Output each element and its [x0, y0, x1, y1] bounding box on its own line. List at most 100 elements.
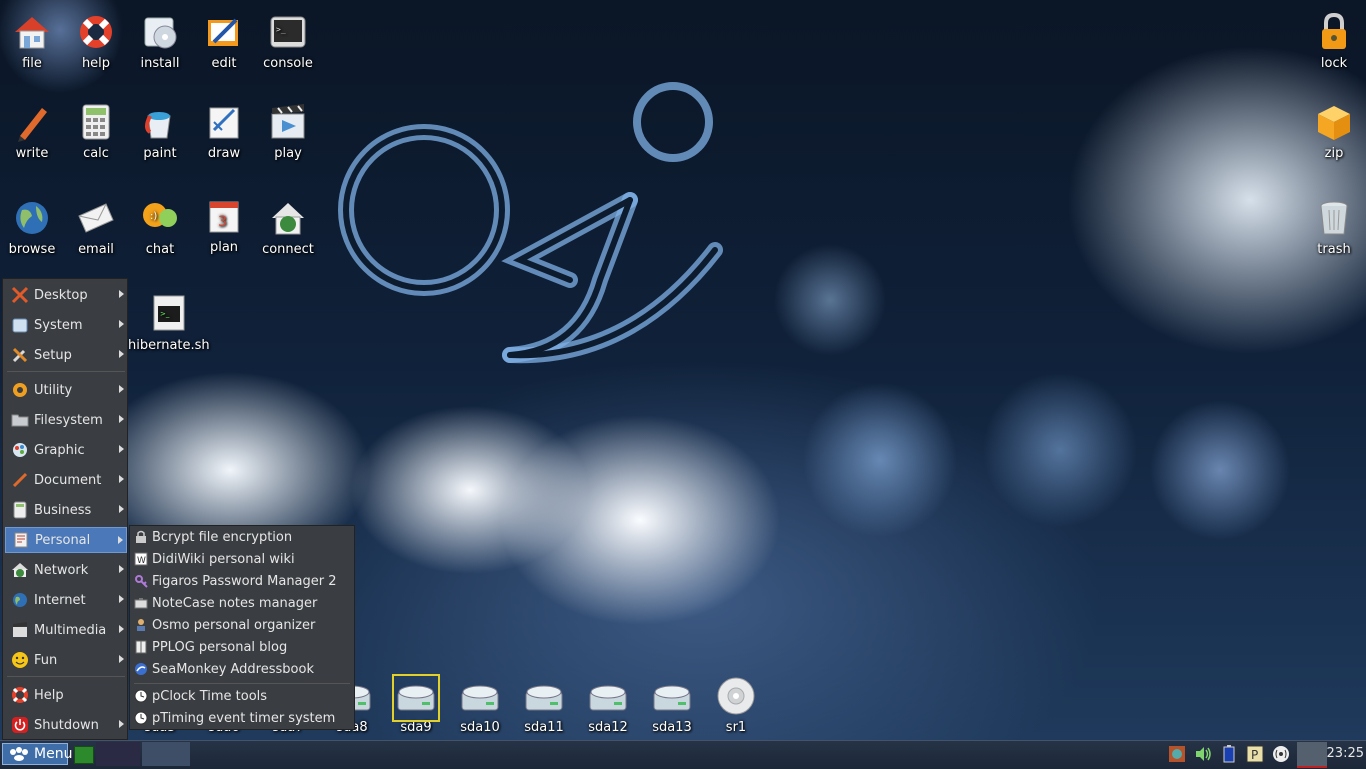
drive-icon-sr1[interactable]: sr1	[706, 676, 766, 735]
desktop-icon-browse[interactable]: browse	[0, 198, 64, 257]
taskbar-window-slot[interactable]	[142, 742, 190, 766]
taskbar	[0, 740, 1366, 769]
label: edit	[211, 56, 237, 71]
svg-text:>_: >_	[160, 310, 170, 318]
label: trash	[1317, 242, 1351, 257]
notecase-briefcase-icon	[134, 596, 148, 610]
bcrypt-lock-icon	[134, 530, 148, 544]
submenu-item-ptiming[interactable]: pTiming event timer system	[134, 708, 352, 728]
submenu-item-label: pTiming event timer system	[152, 710, 336, 726]
package-box-icon	[1318, 106, 1350, 140]
network-home-icon	[272, 203, 304, 235]
submenu-item-didiwiki[interactable]: W DidiWiki personal wiki	[134, 549, 352, 569]
desktop-icon-chat[interactable]: :) chat	[128, 198, 192, 257]
menu-item-label: Utility	[34, 382, 73, 398]
menu-item-personal[interactable]: Personal	[5, 527, 127, 553]
submenu-item-figaros[interactable]: Figaros Password Manager 2	[134, 571, 352, 591]
label: install	[140, 56, 180, 71]
paint-bucket-icon	[145, 112, 171, 139]
submenu-item-pclock[interactable]: pClock Time tools	[134, 686, 352, 706]
label: draw	[207, 146, 241, 161]
desktop-icon-file[interactable]: file	[0, 12, 64, 71]
submenu-arrow-icon	[119, 445, 124, 453]
tray-p-icon[interactable]: P	[1245, 744, 1265, 764]
desktop-icon-trash[interactable]: trash	[1302, 198, 1366, 257]
submenu-item-pplog[interactable]: PPLOG personal blog	[134, 637, 352, 657]
menu-item-filesystem[interactable]: Filesystem	[5, 407, 127, 433]
menu-item-shutdown[interactable]: Shutdown	[5, 712, 127, 738]
show-desktop-button[interactable]	[74, 746, 94, 764]
tray-battery-icon[interactable]	[1219, 744, 1239, 764]
main-menu: Desktop System Setup Utility Filesystem …	[2, 278, 128, 740]
label: calc	[83, 146, 109, 161]
desktop-icon-lock[interactable]: lock	[1302, 12, 1366, 71]
desktop-icon-edit[interactable]: edit	[192, 12, 256, 71]
taskbar-clock[interactable]: 23:25	[1327, 746, 1364, 761]
desktop-icon-install[interactable]: install	[128, 12, 192, 71]
menu-item-desktop[interactable]: Desktop	[5, 282, 127, 308]
personal-notebook-icon	[11, 530, 31, 550]
drive-icon-sda13[interactable]: sda13	[642, 676, 702, 735]
menu-item-label: Fun	[34, 652, 58, 668]
menu-item-system[interactable]: System	[5, 312, 127, 338]
menu-item-document[interactable]: Document	[5, 467, 127, 493]
menu-item-business[interactable]: Business	[5, 497, 127, 523]
menu-item-utility[interactable]: Utility	[5, 377, 127, 403]
menu-item-multimedia[interactable]: Multimedia	[5, 617, 127, 643]
desktop-icon-hibernate[interactable]: >_ hibernate.sh	[128, 294, 210, 353]
label: sda12	[588, 720, 628, 735]
menu-item-label: Shutdown	[34, 717, 99, 733]
desktop-icon-zip[interactable]: zip	[1302, 102, 1366, 161]
menu-item-network[interactable]: Network	[5, 557, 127, 583]
hard-drive-icon	[589, 685, 627, 711]
menu-item-setup[interactable]: Setup	[5, 342, 127, 368]
drive-icon-sda11[interactable]: sda11	[514, 676, 574, 735]
folder-icon	[10, 410, 30, 430]
taskbar-window-slot[interactable]	[96, 742, 140, 766]
puppy-paw-icon	[8, 746, 30, 762]
label: play	[274, 146, 302, 161]
submenu-item-bcrypt[interactable]: Bcrypt file encryption	[134, 527, 352, 547]
submenu-item-notecase[interactable]: NoteCase notes manager	[134, 593, 352, 613]
menu-item-help[interactable]: Help	[5, 682, 127, 708]
desktop-icon-write[interactable]: write	[0, 102, 64, 161]
drive-icon-sda12[interactable]: sda12	[578, 676, 638, 735]
label: sr1	[725, 720, 747, 735]
desktop-icon-calc[interactable]: calc	[64, 102, 128, 161]
trash-can-icon	[1320, 201, 1348, 235]
label: chat	[145, 242, 175, 257]
osmo-person-icon	[134, 618, 148, 632]
tray-network-icon[interactable]	[1167, 744, 1187, 764]
menu-item-fun[interactable]: Fun	[5, 647, 127, 673]
internet-globe-icon	[10, 590, 30, 610]
desktop-icon-help[interactable]: help	[64, 12, 128, 71]
label: hibernate.sh	[128, 338, 210, 353]
start-menu-button[interactable]: Menu	[2, 743, 72, 765]
drive-icon-sda9[interactable]: sda9	[386, 674, 446, 735]
menu-item-internet[interactable]: Internet	[5, 587, 127, 613]
menu-item-label: Internet	[34, 592, 86, 608]
submenu-arrow-icon	[118, 536, 123, 544]
menu-item-graphic[interactable]: Graphic	[5, 437, 127, 463]
script-file-icon: >_	[153, 295, 185, 331]
desktop-icon-email[interactable]: email	[64, 198, 128, 257]
submenu-arrow-icon	[119, 385, 124, 393]
submenu-item-osmo[interactable]: Osmo personal organizer	[134, 615, 352, 635]
desktop-icon-console[interactable]: >_ console	[256, 12, 320, 71]
timer-clock-icon	[134, 711, 148, 725]
install-disc-icon	[144, 17, 177, 49]
label: plan	[209, 240, 239, 255]
submenu-item-seamonkey-addressbook[interactable]: SeaMonkey Addressbook	[134, 659, 352, 679]
submenu-item-label: DidiWiki personal wiki	[152, 551, 295, 567]
submenu-arrow-icon	[119, 290, 124, 298]
desktop-icon-paint[interactable]: paint	[128, 102, 192, 161]
desktop-icon-draw[interactable]: draw	[192, 102, 256, 161]
label: browse	[8, 242, 56, 257]
submenu-item-label: SeaMonkey Addressbook	[152, 661, 314, 677]
tray-wireless-icon[interactable]	[1271, 744, 1291, 764]
desktop-icon-play[interactable]: play	[256, 102, 320, 161]
tray-volume-icon[interactable]	[1193, 744, 1213, 764]
desktop-icon-plan[interactable]: 3 plan	[192, 196, 256, 255]
desktop-icon-connect[interactable]: connect	[256, 198, 320, 257]
drive-icon-sda10[interactable]: sda10	[450, 676, 510, 735]
